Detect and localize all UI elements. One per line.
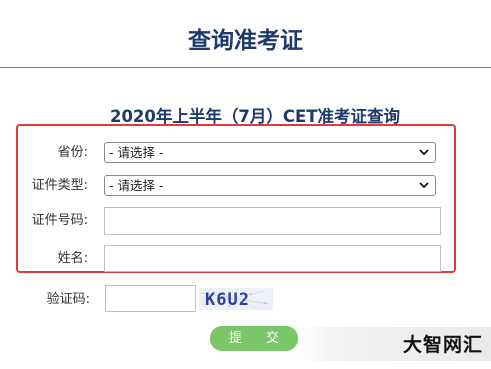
name-label: 姓名: [57, 251, 88, 266]
watermark-text: 大智网汇 [402, 334, 483, 356]
province-select-value: - 请选择 - [109, 145, 164, 160]
captcha-label: 验证码: [46, 292, 90, 307]
chevron-down-icon [419, 149, 429, 156]
id-number-input[interactable] [104, 207, 441, 235]
captcha-image[interactable]: K6U2 [199, 288, 273, 310]
province-label: 省份: [57, 145, 88, 160]
captcha-input[interactable] [105, 285, 196, 312]
id-type-select[interactable]: - 请选择 - [104, 175, 436, 196]
name-input[interactable] [104, 245, 441, 272]
captcha-noise: K6U2 [199, 288, 273, 310]
page-title: 查询准考证 [188, 28, 303, 54]
submit-button[interactable]: 提 交 [210, 326, 298, 351]
chevron-down-icon [419, 182, 429, 189]
id-type-label: 证件类型: [31, 178, 88, 193]
id-type-select-value: - 请选择 - [109, 178, 164, 193]
captcha-text: K6U2 [205, 290, 250, 310]
title-divider [0, 67, 491, 68]
province-select[interactable]: - 请选择 - [104, 142, 436, 163]
id-number-label: 证件号码: [31, 213, 88, 228]
